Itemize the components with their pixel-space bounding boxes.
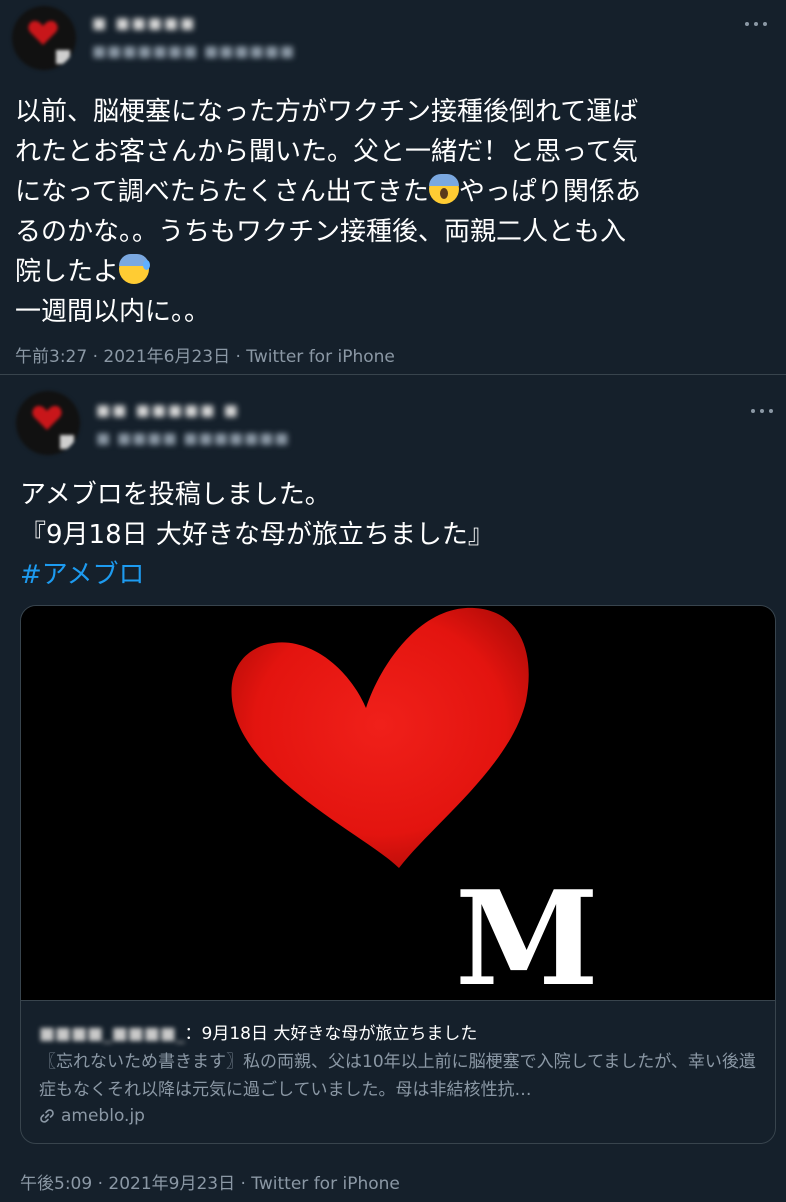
card-letter: M	[455, 862, 599, 1015]
heart-avatar-icon	[28, 20, 58, 45]
text-line: るのかな。。うちもワクチン接種後、両親二人とも入	[15, 217, 627, 247]
avatar[interactable]	[16, 391, 80, 455]
tweet-text: 以前、脳梗塞になった方がワクチン接種後倒れて運ば れたとお客さんから聞いた。父と…	[15, 92, 775, 332]
link-card[interactable]: M ■■■■_■■■■_：9月18日 大好きな母が旅立ちました 〖忘れないため書…	[20, 605, 776, 1144]
author-name[interactable]: ■ ■■■■■	[92, 14, 196, 32]
more-options-icon[interactable]	[745, 20, 767, 28]
text-line: やっぱり関係あ	[458, 177, 641, 207]
text-line: れたとお客さんから聞いた。父と一緒だ！と思って気	[15, 137, 638, 167]
author-handle[interactable]: ■ ■■■■ ■■■■■■■	[96, 429, 290, 447]
text-line: 以前、脳梗塞になった方がワクチン接種後倒れて運ば	[15, 97, 639, 127]
text-line: 院したよ	[15, 257, 120, 287]
scream-emoji-icon	[428, 174, 459, 204]
card-title[interactable]: ■■■■_■■■■_：9月18日 大好きな母が旅立ちました	[39, 1019, 477, 1044]
card-domain-text: ameblo.jp	[61, 1106, 145, 1126]
card-domain[interactable]: ameblo.jp	[39, 1106, 145, 1126]
tweet-timestamp[interactable]: 午後5:09 · 2021年9月23日 · Twitter for iPhone	[20, 1169, 400, 1194]
avatar-letter-block	[60, 435, 74, 449]
anxious-sweat-emoji-icon	[119, 254, 151, 284]
heart-image	[231, 607, 529, 868]
heart-avatar-icon	[32, 405, 62, 430]
tweet-text: アメブロを投稿しました。 『9月18日 大好きな母が旅立ちました』 #アメブロ	[20, 475, 780, 595]
more-options-icon[interactable]	[751, 407, 773, 415]
link-icon	[40, 1109, 54, 1123]
text-line: になって調べたらたくさん出てきた	[15, 177, 429, 207]
card-image[interactable]: M	[21, 606, 775, 1015]
author-name[interactable]: ■■ ■■■■■ ■	[96, 401, 240, 419]
card-description: 〖忘れないため書きます〗私の両親、父は10年以上前に脳梗塞で入院してましたが、幸…	[39, 1052, 756, 1100]
avatar-letter-block	[56, 50, 70, 64]
tweet-2[interactable]: ■■ ■■■■■ ■ ■ ■■■■ ■■■■■■■ アメブロを投稿しました。 『…	[0, 375, 786, 1202]
hashtag-link[interactable]: #アメブロ	[20, 560, 145, 590]
author-handle[interactable]: ■■■■■■■ ■■■■■■	[92, 42, 295, 60]
text-line: 『9月18日 大好きな母が旅立ちました』	[20, 520, 494, 550]
tweet-timestamp[interactable]: 午前3:27 · 2021年6月23日 · Twitter for iPhone	[15, 342, 395, 367]
text-line: アメブロを投稿しました。	[20, 480, 331, 510]
tweet-1[interactable]: ■ ■■■■■ ■■■■■■■ ■■■■■■ 以前、脳梗塞になった方がワクチン接…	[0, 0, 786, 375]
avatar[interactable]	[12, 6, 76, 70]
card-title-text: ：9月18日 大好きな母が旅立ちました	[184, 1024, 478, 1044]
text-line: 一週間以内に。。	[15, 297, 211, 327]
card-title-author: ■■■■_■■■■_	[39, 1024, 185, 1044]
